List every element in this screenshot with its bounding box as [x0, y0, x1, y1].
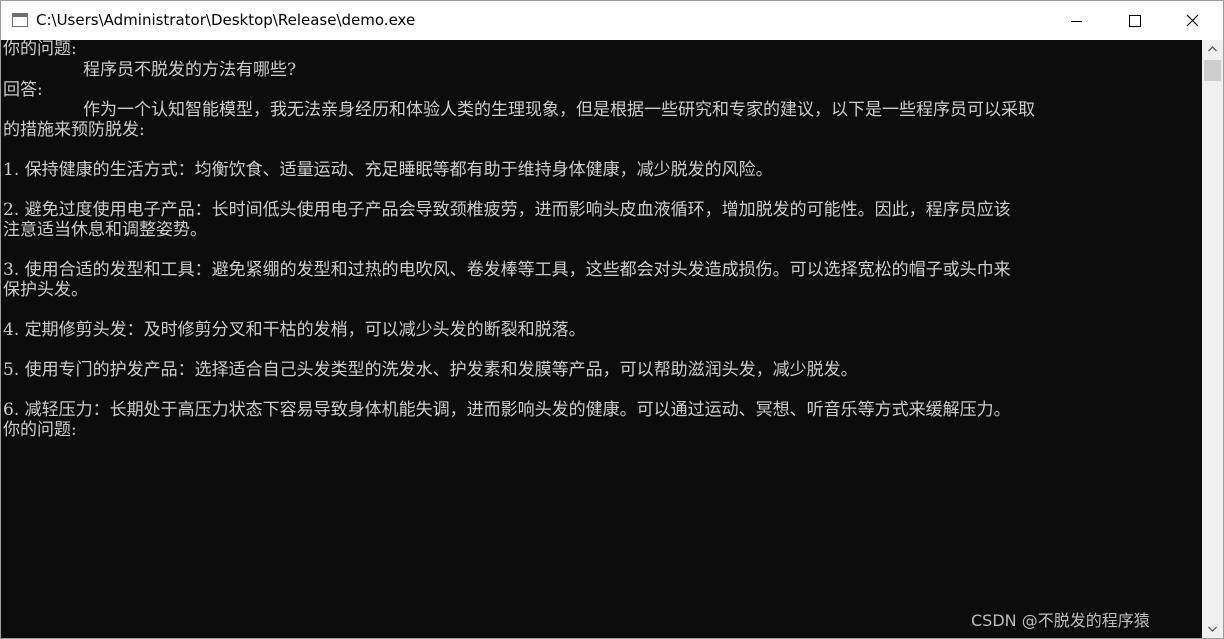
- answer-item-line: 2. 避免过度使用电子产品：长时间低头使用电子产品会导致颈椎疲劳，进而影响头皮血…: [3, 200, 1011, 220]
- maximize-icon: [1129, 15, 1141, 27]
- scroll-up-button[interactable]: [1202, 40, 1223, 58]
- answer-item-line: 注意适当休息和调整姿势。: [3, 220, 207, 240]
- answer-item-line: 3. 使用合适的发型和工具：避免紧绷的发型和过热的电吹风、卷发棒等工具，这些都会…: [3, 260, 1011, 280]
- prompt-question-label: 你的问题:: [3, 40, 77, 59]
- window-title: C:\Users\Administrator\Desktop\Release\d…: [36, 11, 416, 29]
- answer-item-line: 5. 使用专门的护发产品：选择适合自己头发类型的洗发水、护发素和发膜等产品，可以…: [3, 360, 858, 380]
- answer-label: 回答:: [3, 80, 43, 100]
- minimize-icon: [1071, 21, 1082, 22]
- prompt-question-label: 你的问题:: [3, 420, 77, 440]
- vertical-scrollbar[interactable]: [1202, 40, 1223, 638]
- title-bar[interactable]: C:\Users\Administrator\Desktop\Release\d…: [1, 1, 1223, 40]
- close-button[interactable]: [1163, 1, 1221, 40]
- answer-item-line: 1. 保持健康的生活方式：均衡饮食、适量运动、充足睡眠等都有助于维持身体健康，减…: [3, 160, 773, 180]
- scroll-down-arrow-icon: [1208, 626, 1217, 632]
- answer-intro-line: 的措施来预防脱发:: [3, 120, 145, 140]
- console-app-icon[interactable]: [12, 13, 28, 27]
- scrollbar-thumb[interactable]: [1204, 60, 1221, 81]
- answer-item-line: 6. 减轻压力：长期处于高压力状态下容易导致身体机能失调，进而影响头发的健康。可…: [3, 400, 1011, 420]
- console-output[interactable]: 你的问题: 程序员不脱发的方法有哪些? 回答: 作为一个认知智能模型，我无法亲身…: [1, 40, 1202, 638]
- scroll-up-arrow-icon: [1208, 46, 1217, 52]
- maximize-button[interactable]: [1105, 1, 1163, 40]
- csdn-watermark: CSDN @不脱发的程序猿: [971, 611, 1150, 630]
- answer-item-line: 保护头发。: [3, 280, 88, 300]
- answer-item-line: 4. 定期修剪头发：及时修剪分叉和干枯的发梢，可以减少头发的断裂和脱落。: [3, 320, 586, 340]
- console-window: C:\Users\Administrator\Desktop\Release\d…: [0, 0, 1224, 639]
- scroll-down-button[interactable]: [1202, 620, 1223, 638]
- question-text: 程序员不脱发的方法有哪些?: [83, 60, 297, 80]
- close-icon: [1186, 14, 1199, 27]
- minimize-button[interactable]: [1047, 1, 1105, 40]
- answer-intro-line: 作为一个认知智能模型，我无法亲身经历和体验人类的生理现象，但是根据一些研究和专家…: [83, 100, 1035, 120]
